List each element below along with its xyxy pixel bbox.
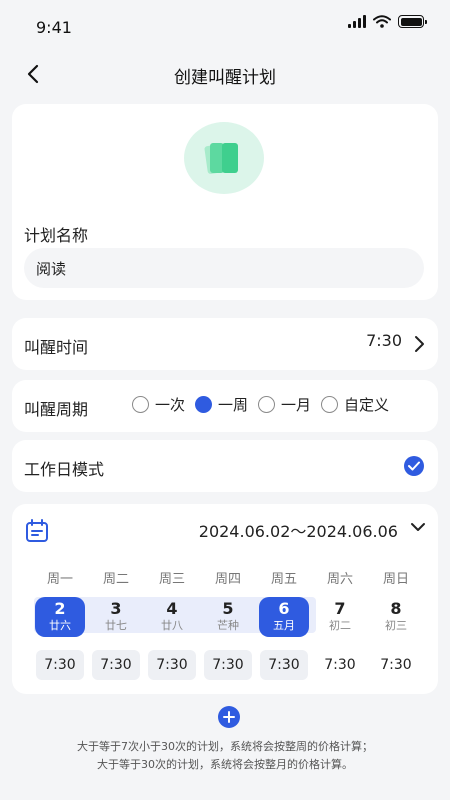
- plan-name-label: 计划名称: [24, 226, 89, 245]
- signal-icon: [348, 15, 366, 28]
- calendar-day[interactable]: 7 初二: [315, 597, 365, 637]
- day-time-chip[interactable]: 7:30: [316, 650, 364, 680]
- weekday-label: 周五: [270, 572, 297, 587]
- calendar-day[interactable]: 3 廿七: [91, 597, 141, 637]
- radio-once[interactable]: 一次: [132, 394, 185, 415]
- nav-bar: 创建叫醒计划: [0, 52, 450, 96]
- weekday-label: 周日: [382, 572, 409, 587]
- weekday-label: 周一: [46, 572, 73, 587]
- status-time: 9:41: [36, 18, 72, 37]
- wake-cycle-row: 叫醒周期 一次 一周 一月 自定义: [12, 380, 438, 432]
- weekday-label: 周四: [214, 572, 241, 587]
- check-icon: [408, 461, 420, 471]
- calendar-card: 2024.06.02～2024.06.06 周一 周二 周三 周四 周五 周六 …: [12, 504, 438, 694]
- weekday-label: 周二: [102, 572, 129, 587]
- pricing-note: 大于等于7次小于30次的计划，系统将会按整周的价格计算；: [77, 740, 373, 753]
- chevron-down-icon[interactable]: [410, 521, 426, 533]
- day-time-chip[interactable]: 7:30: [260, 650, 308, 680]
- radio-month[interactable]: 一月: [258, 394, 311, 415]
- chevron-right-icon: [415, 336, 424, 352]
- workday-mode-label: 工作日模式: [24, 460, 105, 479]
- day-time-chip[interactable]: 7:30: [36, 650, 84, 680]
- wake-time-row[interactable]: 叫醒时间 7:30: [12, 318, 438, 370]
- pricing-notes: 大于等于7次小于30次的计划，系统将会按整周的价格计算； 大于等于30次的计划，…: [0, 738, 450, 774]
- wake-time-label: 叫醒时间: [24, 338, 89, 357]
- cycle-radio-group: 一次 一周 一月 自定义: [132, 394, 389, 415]
- calendar-icon: [26, 519, 48, 542]
- day-time-chip[interactable]: 7:30: [92, 650, 140, 680]
- workday-mode-row: 工作日模式: [12, 440, 438, 492]
- battery-icon: [398, 15, 427, 28]
- calendar-day[interactable]: 4 廿八: [147, 597, 197, 637]
- plan-name-input[interactable]: [24, 248, 424, 288]
- day-time-chip[interactable]: 7:30: [204, 650, 252, 680]
- pricing-note: 大于等于30次的计划，系统将会按整月的价格计算。: [97, 758, 353, 771]
- add-button[interactable]: [218, 706, 240, 728]
- book-icon-badge: [184, 122, 264, 194]
- weekday-label: 周六: [326, 572, 353, 587]
- status-icons: [348, 15, 427, 28]
- day-time-chip[interactable]: 7:30: [372, 650, 420, 680]
- book-icon: [204, 143, 238, 174]
- calendar-day[interactable]: 5 芒种: [203, 597, 253, 637]
- calendar-day[interactable]: 8 初三: [371, 597, 421, 637]
- plus-icon: [223, 711, 235, 723]
- page-title: 创建叫醒计划: [174, 68, 276, 88]
- radio-week[interactable]: 一周: [195, 394, 248, 415]
- calendar-day[interactable]: 6 五月: [259, 597, 309, 637]
- plan-card: 计划名称: [12, 104, 438, 300]
- weekday-label: 周三: [158, 572, 185, 587]
- day-time-chip[interactable]: 7:30: [148, 650, 196, 680]
- wake-time-value: 7:30: [366, 331, 402, 350]
- wifi-icon: [373, 15, 391, 28]
- wake-cycle-label: 叫醒周期: [24, 400, 89, 419]
- workday-checkbox[interactable]: [404, 456, 424, 476]
- status-bar: 9:41: [0, 0, 450, 48]
- date-range[interactable]: 2024.06.02～2024.06.06: [199, 518, 398, 542]
- calendar-day[interactable]: 2 廿六: [35, 597, 85, 637]
- radio-custom[interactable]: 自定义: [321, 394, 389, 415]
